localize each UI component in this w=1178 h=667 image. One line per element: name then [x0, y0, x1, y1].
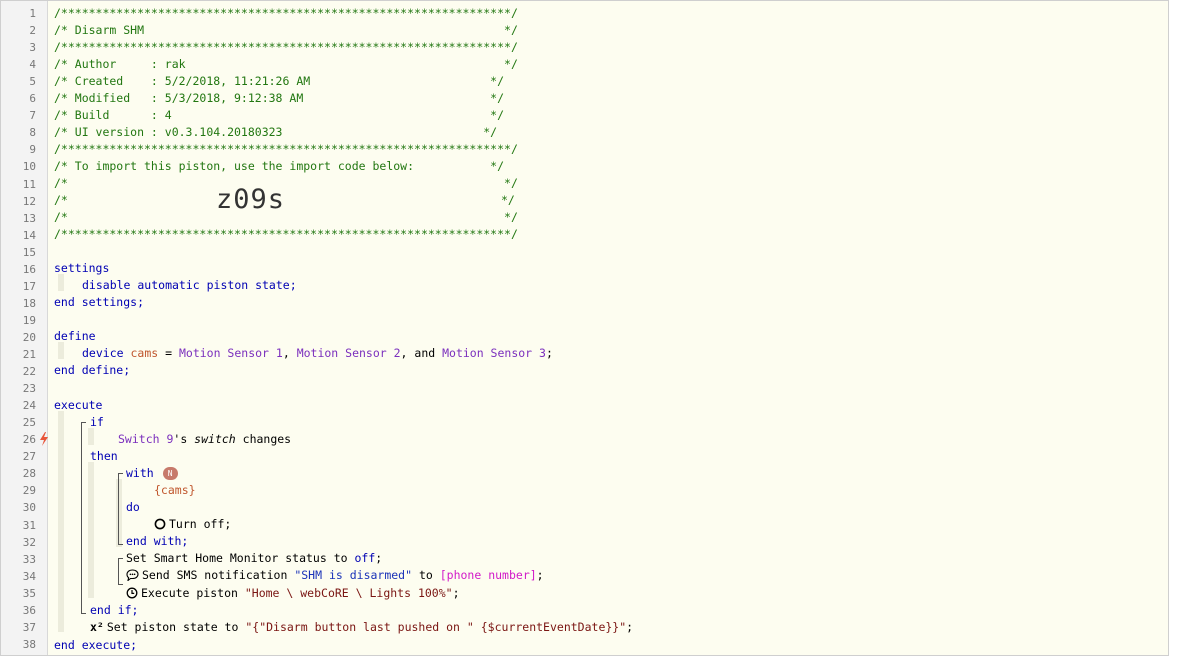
piston-target: "Home \ webCoRE \ Lights 100%"	[244, 586, 453, 600]
superscript-x2-icon: x²	[90, 620, 104, 634]
end-if-keyword: end if;	[90, 603, 139, 617]
device-motion-sensor-3: Motion Sensor 3	[442, 346, 546, 360]
set-piston-state-action[interactable]: x² Set piston state to "{"Disarm button l…	[90, 619, 633, 636]
send-sms-action[interactable]: Send SMS notification "SHM is disarmed" …	[126, 567, 544, 584]
end-settings-keyword: end settings;	[54, 295, 145, 309]
header-ui-version-line: /* UI version : v0.3.104.20180323 */	[54, 125, 498, 139]
condition-attribute: switch	[194, 432, 236, 446]
lightning-bolt-icon	[40, 432, 48, 446]
comment-close: */	[501, 193, 515, 207]
nonblocking-badge: N	[162, 467, 178, 480]
semicolon: ;	[536, 568, 544, 582]
header-import-code-line: /*	[54, 192, 68, 209]
power-icon	[154, 518, 166, 530]
sms-recipient: [phone number]	[439, 568, 537, 582]
state-expression: "{"Disarm button last pushed on " {$curr…	[245, 620, 627, 634]
device-type-keyword: device	[82, 346, 124, 360]
separator: ,	[282, 346, 297, 360]
if-keyword[interactable]: if	[90, 414, 104, 431]
header-blank-line: /* */	[54, 176, 518, 190]
semicolon: ;	[452, 586, 460, 600]
sms-message: "SHM is disarmed"	[294, 568, 413, 582]
separator: , and	[400, 346, 443, 360]
with-keyword[interactable]: with N	[126, 465, 178, 482]
possessive: 's	[173, 432, 195, 446]
shm-value: off	[354, 551, 376, 565]
header-stars-line: /***************************************…	[54, 40, 518, 54]
sms-action-label: Send SMS notification	[142, 568, 295, 582]
settings-keyword[interactable]: settings	[54, 260, 109, 277]
with-target[interactable]: {cams}	[154, 482, 196, 499]
code-editor: 1 2 3 4 5 6 7 8 9 10 11 12 13 14 15 16 17 18 19 20 21 22 23 24 2…	[0, 0, 1169, 656]
condition-device: Switch 9	[118, 432, 174, 446]
device-motion-sensor-1: Motion Sensor 1	[178, 346, 283, 360]
execute-piston-icon	[126, 587, 138, 599]
sms-to: to	[412, 568, 440, 582]
then-keyword: then	[90, 449, 118, 463]
header-created-line: /* Created : 5/2/2018, 11:21:26 AM */	[54, 74, 505, 88]
if-condition[interactable]: Switch 9's switch changes	[118, 431, 291, 448]
condition-operator: changes	[235, 432, 292, 446]
settings-option[interactable]: disable automatic piston state;	[82, 277, 297, 294]
with-label: with	[126, 466, 154, 480]
header-build-line: /* Build : 4 */	[54, 108, 505, 122]
header-title-line: /* Disarm SHM */	[54, 23, 518, 37]
sms-icon	[126, 569, 139, 581]
semicolon: ;	[375, 551, 383, 565]
end-define-keyword: end define;	[54, 363, 131, 377]
line-number: 19	[22, 313, 36, 327]
end-execute-keyword: end execute;	[54, 638, 138, 652]
comment-open: /*	[54, 193, 68, 207]
do-keyword: do	[126, 500, 140, 514]
header-author-line: /* Author : rak */	[54, 57, 518, 71]
device-motion-sensor-2: Motion Sensor 2	[296, 346, 401, 360]
header-stars-line: /***************************************…	[54, 227, 518, 241]
line-number: 15	[22, 245, 36, 259]
header-import-note-line: /* To import this piston, use the import…	[54, 159, 505, 173]
equals-sign: =	[158, 346, 179, 360]
header-blank-line: /* */	[54, 210, 518, 224]
semicolon: ;	[545, 346, 553, 360]
turn-off-action[interactable]: Turn off;	[154, 516, 231, 533]
execute-piston-label: Execute piston	[141, 586, 245, 600]
state-action-label: Set piston state to	[106, 620, 246, 634]
execute-piston-action[interactable]: Execute piston "Home \ webCoRE \ Lights …	[126, 585, 460, 602]
header-stars-line: /***************************************…	[54, 6, 518, 20]
execute-keyword[interactable]: execute	[54, 397, 102, 414]
define-keyword[interactable]: define	[54, 328, 96, 345]
end-with-keyword: end with;	[126, 534, 189, 548]
set-shm-action[interactable]: Set Smart Home Monitor status to off;	[126, 550, 382, 567]
variable-name: cams	[130, 346, 159, 360]
line-number: 23	[22, 382, 36, 396]
shm-action-label: Set Smart Home Monitor status to	[126, 551, 355, 565]
header-stars-line: /***************************************…	[54, 142, 518, 156]
semicolon: ;	[626, 620, 634, 634]
device-declaration[interactable]: device cams = Motion Sensor 1, Motion Se…	[82, 345, 553, 362]
header-modified-line: /* Modified : 5/3/2018, 9:12:38 AM */	[54, 91, 505, 105]
turn-off-label: Turn off;	[169, 517, 232, 531]
